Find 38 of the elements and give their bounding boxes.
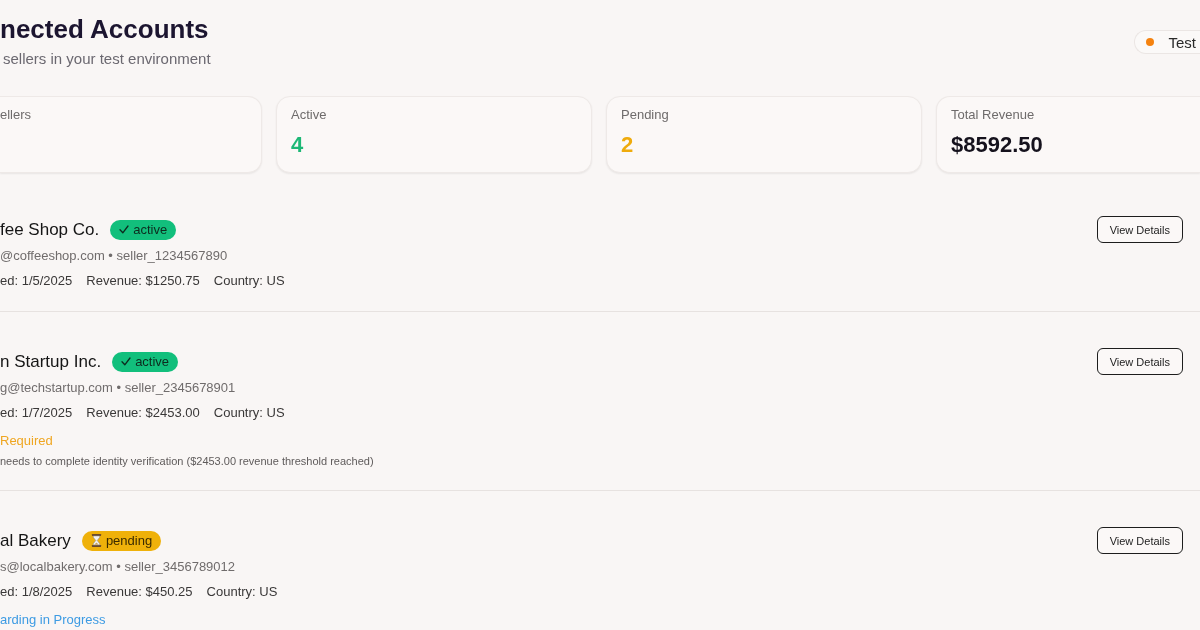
stat-value: 4	[291, 132, 305, 158]
page-subtitle: sellers in your test environment	[3, 49, 211, 69]
contact-text: s@localbakery.com • seller_3456789012	[0, 558, 237, 576]
hourglass-icon	[90, 534, 102, 547]
notice-text: needs to complete identity verification ($2453.00 revenue threshold reached)	[0, 454, 374, 469]
stat-label: ellers	[0, 106, 33, 124]
stat-value: 2	[621, 132, 635, 158]
mode-label: Test	[1168, 33, 1196, 51]
status-label: active	[135, 354, 170, 369]
detail-text: ed: 1/8/2025	[0, 583, 73, 601]
page-title: nected Accounts	[0, 13, 210, 45]
detail-text: Country: US	[213, 272, 285, 290]
view-details-button[interactable]: View Details	[1096, 216, 1183, 243]
contact-text: g@techstartup.com • seller_2345678901	[0, 379, 237, 397]
notice-title: Required	[0, 432, 54, 450]
detail-text: Country: US	[213, 404, 285, 422]
view-details-button[interactable]: View Details	[1096, 527, 1183, 554]
notice-title: arding in Progress	[0, 611, 107, 629]
account-name: fee Shop Co.	[0, 219, 100, 240]
detail-text: Revenue: $1250.75	[86, 272, 200, 290]
detail-text: ed: 1/5/2025	[0, 272, 73, 290]
stat-label: Total Revenue	[951, 106, 1036, 124]
status-label: active	[133, 222, 168, 237]
status-dot-icon	[1146, 38, 1155, 46]
account-name: n Startup Inc.	[0, 351, 102, 372]
stat-label: Pending	[621, 106, 670, 124]
detail-text: Revenue: $450.25	[86, 583, 193, 601]
check-icon	[119, 225, 130, 234]
check-icon	[121, 357, 132, 366]
contact-text: @coffeeshop.com • seller_1234567890	[0, 247, 229, 265]
status-label: pending	[105, 533, 153, 548]
detail-text: Revenue: $2453.00	[86, 404, 200, 422]
detail-text: ed: 1/7/2025	[0, 404, 73, 422]
view-details-button[interactable]: View Details	[1096, 348, 1183, 375]
stat-value: $8592.50	[951, 132, 1044, 158]
account-name: al Bakery	[0, 530, 71, 551]
stat-label: Active	[291, 106, 328, 124]
detail-text: Country: US	[206, 583, 278, 601]
